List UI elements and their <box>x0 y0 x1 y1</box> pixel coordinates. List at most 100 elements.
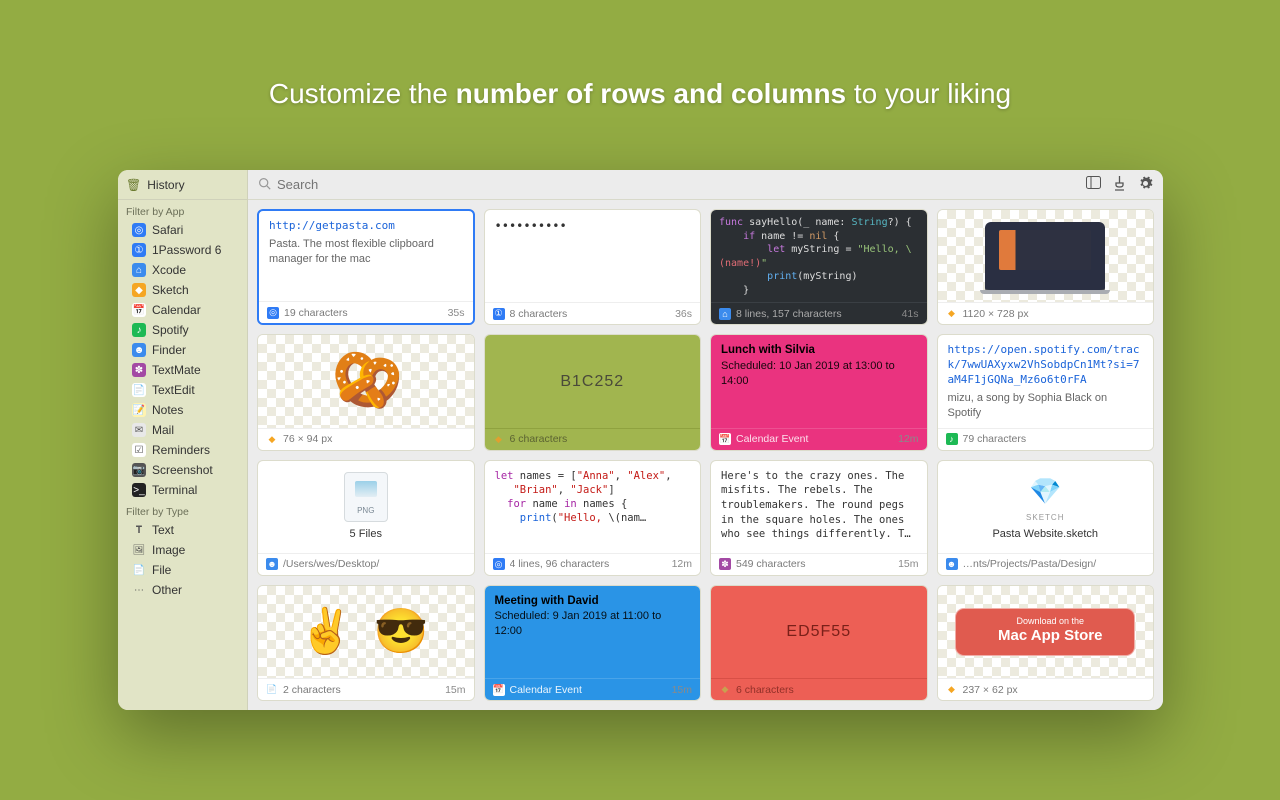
safari-icon: ◎ <box>267 307 279 319</box>
main-panel: http://getpasta.com Pasta. The most flex… <box>248 170 1163 710</box>
type-label: Image <box>152 543 185 557</box>
card-emoji[interactable]: ✌️ 😎 📄 2 characters 15m <box>257 585 475 701</box>
sidebar-app-safari[interactable]: ◎Safari <box>118 220 247 240</box>
app-icon: 📄 <box>132 383 146 397</box>
pin-icon[interactable] <box>1113 176 1126 194</box>
finder-icon: ☻ <box>946 558 958 570</box>
card-code-names[interactable]: let names = ["Anna", "Alex", "Brian", "J… <box>484 460 702 576</box>
app-label: Finder <box>152 343 186 357</box>
sidebar-type-other[interactable]: ⋯ Other <box>118 580 247 600</box>
sidebar-history[interactable]: 🗑 History <box>118 170 247 200</box>
sidebar-app-1password-6[interactable]: ① 1Password 6 <box>118 240 247 260</box>
code-snippet: let names = ["Anna", "Alex", "Brian", "J… <box>485 461 701 553</box>
png-file-icon: PNG <box>344 472 388 522</box>
sidebar-app-xcode[interactable]: ⌂ Xcode <box>118 260 247 280</box>
sidebar-app-terminal[interactable]: >_Terminal <box>118 480 247 500</box>
sidebar-type-file[interactable]: 📄 File <box>118 560 247 580</box>
card-pasta-icon-image[interactable]: 🥨 ◆ 76 × 94 px <box>257 334 475 450</box>
card-password[interactable]: •••••••••• ① 8 characters 36s <box>484 209 702 325</box>
sidebar-toggle-icon[interactable] <box>1086 176 1101 194</box>
type-icon: 📄 <box>132 563 146 577</box>
image-thumb: 🥨 <box>258 335 474 427</box>
sidebar-app-reminders[interactable]: ☑ Reminders <box>118 440 247 460</box>
type-label: Other <box>152 583 182 597</box>
app-icon: ☑ <box>132 443 146 457</box>
sidebar-type-text[interactable]: 𝐓Text <box>118 520 247 540</box>
quote-text: Here's to the crazy ones. The misfits. T… <box>711 461 927 553</box>
app-label: Screenshot <box>152 463 213 477</box>
card-quote[interactable]: Here's to the crazy ones. The misfits. T… <box>710 460 928 576</box>
color-swatch: B1C252 <box>485 335 701 427</box>
sidebar-app-sketch[interactable]: ◆ Sketch <box>118 280 247 300</box>
app-label: Reminders <box>152 443 210 457</box>
spotify-icon: ♪ <box>946 433 958 445</box>
event-schedule: Scheduled: 9 Jan 2019 at 11:00 to 12:00 <box>495 609 691 639</box>
app-label: Calendar <box>152 303 201 317</box>
search-field[interactable] <box>258 177 1086 193</box>
finder-icon: ☻ <box>266 558 278 570</box>
sidebar-app-spotify[interactable]: ♪Spotify <box>118 320 247 340</box>
type-label: File <box>152 563 171 577</box>
search-input[interactable] <box>277 177 477 192</box>
app-label: 1Password 6 <box>152 243 221 257</box>
sidebar-history-label: History <box>147 178 184 192</box>
app-label: Xcode <box>152 263 186 277</box>
card-sketch-file[interactable]: 💎 SKETCH Pasta Website.sketch ☻ …nts/Pro… <box>937 460 1155 576</box>
onepassword-icon: ① <box>493 308 505 320</box>
app-icon: ✽ <box>132 363 146 377</box>
card-calendar-meeting[interactable]: Meeting with David Scheduled: 9 Jan 2019… <box>484 585 702 701</box>
sketch-icon: ◆ <box>266 433 278 445</box>
app-window: 🗑 History Filter by App ◎Safari①1Passwor… <box>118 170 1163 710</box>
type-icon: ⋯ <box>132 583 146 597</box>
type-icon: 🖼 <box>132 543 146 557</box>
app-icon: ◆ <box>132 283 146 297</box>
safari-icon: ◎ <box>493 558 505 570</box>
card-color-green[interactable]: B1C252 ◆ 6 characters <box>484 334 702 450</box>
sketch-icon: ◆ <box>946 308 958 320</box>
sidebar-app-screenshot[interactable]: 📷 Screenshot <box>118 460 247 480</box>
app-icon: 📷 <box>132 463 146 477</box>
app-label: Safari <box>152 223 183 237</box>
sidebar-app-textedit[interactable]: 📄TextEdit <box>118 380 247 400</box>
sidebar-app-calendar[interactable]: 📅Calendar <box>118 300 247 320</box>
card-desc: Pasta. The most flexible clipboard manag… <box>269 237 463 267</box>
emoji-content: ✌️ 😎 <box>299 602 433 661</box>
card-swift-code[interactable]: func sayHello(_ name: String?) { if name… <box>710 209 928 325</box>
app-icon: ① <box>132 243 146 257</box>
sidebar-app-finder[interactable]: ☻ Finder <box>118 340 247 360</box>
card-files[interactable]: PNG 5 Files ☻ /Users/wes/Desktop/ <box>257 460 475 576</box>
calendar-icon: 📅 <box>719 433 731 445</box>
card-url-getpasta[interactable]: http://getpasta.com Pasta. The most flex… <box>257 209 475 325</box>
sidebar-app-notes[interactable]: 📝Notes <box>118 400 247 420</box>
sketch-icon: ◆ <box>493 433 505 445</box>
sketch-filename: Pasta Website.sketch <box>992 527 1098 542</box>
card-color-red[interactable]: ED5F55 ◆ 6 characters <box>710 585 928 701</box>
spotify-desc: mizu, a song by Sophia Black on Spotify <box>948 391 1144 421</box>
marketing-tagline: Customize the number of rows and columns… <box>0 0 1280 110</box>
app-icon: >_ <box>132 483 146 497</box>
sidebar-type-list: 𝐓Text 🖼 Image 📄 File ⋯ Other <box>118 520 247 600</box>
app-label: Notes <box>152 403 183 417</box>
card-appstore-image[interactable]: Download on the Mac App Store ◆ 237 × 62… <box>937 585 1155 701</box>
code-snippet: func sayHello(_ name: String?) { if name… <box>711 210 927 302</box>
sidebar-type-image[interactable]: 🖼 Image <box>118 540 247 560</box>
event-title: Lunch with Silvia <box>721 343 917 359</box>
spotify-url: https://open.spotify.com/track/7wwUAXyxw… <box>948 343 1144 388</box>
app-icon: ☻ <box>132 343 146 357</box>
app-label: Sketch <box>152 283 189 297</box>
card-url: http://getpasta.com <box>269 219 463 234</box>
color-swatch: ED5F55 <box>711 586 927 678</box>
sidebar-app-mail[interactable]: ✉Mail <box>118 420 247 440</box>
gear-icon[interactable] <box>1138 176 1153 194</box>
card-spotify-url[interactable]: https://open.spotify.com/track/7wwUAXyxw… <box>937 334 1155 450</box>
app-label: Mail <box>152 423 174 437</box>
calendar-icon: 📅 <box>493 684 505 696</box>
textedit-icon: 📄 <box>266 684 278 696</box>
type-icon: 𝐓 <box>132 523 146 537</box>
mac-app-store-button: Download on the Mac App Store <box>955 608 1135 656</box>
app-icon: ♪ <box>132 323 146 337</box>
sidebar-app-textmate[interactable]: ✽TextMate <box>118 360 247 380</box>
card-screenshot-image[interactable]: ◆ 1120 × 728 px <box>937 209 1155 325</box>
app-icon: ⌂ <box>132 263 146 277</box>
card-calendar-lunch[interactable]: Lunch with Silvia Scheduled: 10 Jan 2019… <box>710 334 928 450</box>
